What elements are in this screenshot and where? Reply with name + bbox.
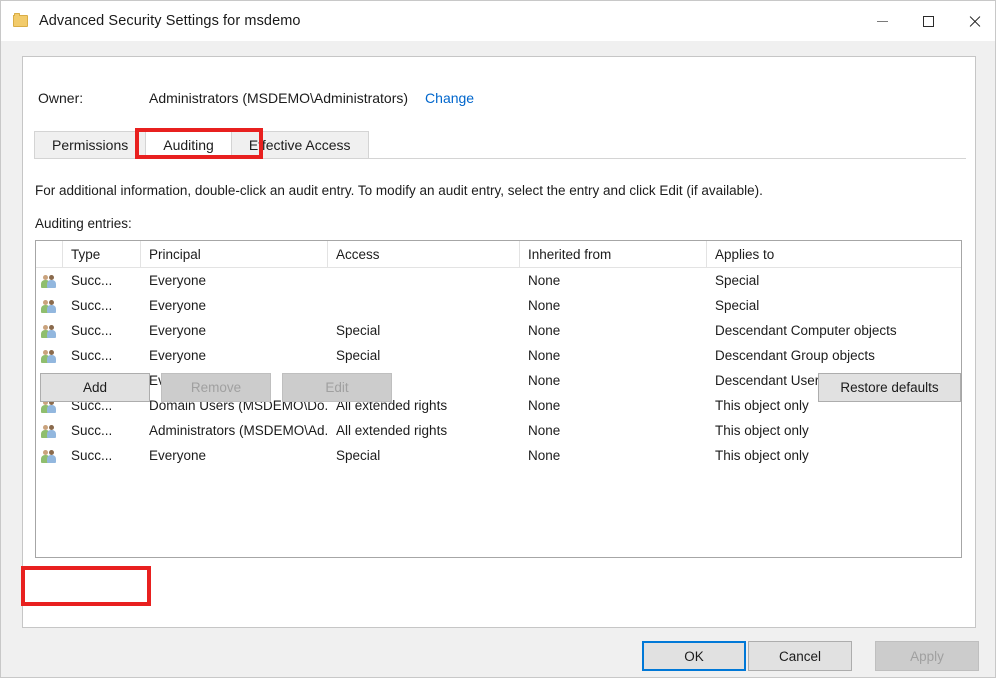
column-header-principal[interactable]: Principal	[141, 241, 328, 268]
cell-icon	[36, 443, 63, 468]
table-row[interactable]: Succ... Everyone None Special	[36, 268, 961, 293]
cell-inherited-from: None	[528, 373, 561, 388]
cell-access: Special	[336, 448, 381, 463]
maximize-icon	[922, 15, 934, 27]
change-owner-link[interactable]: Change	[425, 90, 474, 106]
dialog-footer: OK Cancel Apply	[1, 629, 995, 677]
cell-access	[328, 293, 520, 318]
cell-access	[328, 268, 520, 293]
cell-applies-to: Descendant Computer objects	[715, 323, 897, 338]
cell-icon	[36, 268, 63, 293]
cell-icon	[36, 293, 63, 318]
remove-button[interactable]: Remove	[161, 373, 271, 402]
list-body: Succ... Everyone None Special Succ... Everyon…	[36, 268, 961, 468]
group-users-icon	[41, 323, 58, 338]
apply-button[interactable]: Apply	[875, 641, 979, 671]
cell-principal: Everyone	[149, 298, 207, 313]
column-header-icon[interactable]	[36, 241, 63, 268]
close-button[interactable]	[951, 1, 995, 41]
cell-access: Special	[336, 348, 381, 363]
cell-principal: Everyone	[149, 448, 207, 463]
table-row[interactable]: Succ... Everyone Special None This object on…	[36, 443, 961, 468]
column-header-type[interactable]: Type	[63, 241, 141, 268]
tab-bar: Permissions Auditing Effective Access	[34, 130, 966, 159]
restore-defaults-button[interactable]: Restore defaults	[818, 373, 961, 402]
owner-row: Owner: Administrators (MSDEMO\Administra…	[38, 90, 474, 106]
tab-auditing[interactable]: Auditing	[145, 130, 232, 158]
add-button[interactable]: Add	[40, 373, 150, 402]
cell-applies-to: Descendant Group objects	[715, 348, 875, 363]
cell-principal: Administrators (MSDEMO\Ad...	[149, 423, 328, 438]
cell-type: Succ...	[71, 448, 113, 463]
maximize-button[interactable]	[905, 1, 951, 41]
cell-inherited-from: None	[528, 398, 561, 413]
minimize-button[interactable]	[859, 1, 905, 41]
cell-inherited-from: None	[528, 348, 561, 363]
cell-type: Succ...	[71, 348, 113, 363]
cell-applies-to: This object only	[715, 423, 809, 438]
cell-applies-to: Special	[715, 298, 760, 313]
cell-type: Succ...	[71, 298, 113, 313]
column-header-access[interactable]: Access	[328, 241, 520, 268]
cell-principal: Everyone	[149, 323, 207, 338]
cell-principal: Everyone	[149, 348, 207, 363]
tab-permissions[interactable]: Permissions	[34, 131, 147, 158]
window-title: Advanced Security Settings for msdemo	[39, 13, 301, 29]
table-row[interactable]: Succ... Everyone None Special	[36, 293, 961, 318]
dialog-content-panel: Owner: Administrators (MSDEMO\Administra…	[22, 56, 976, 628]
column-header-inherited-from[interactable]: Inherited from	[520, 241, 707, 268]
table-row[interactable]: Succ... Administrators (MSDEMO\Ad... All e…	[36, 418, 961, 443]
window-controls	[859, 1, 995, 41]
owner-value: Administrators (MSDEMO\Administrators)	[149, 90, 409, 106]
ok-button[interactable]: OK	[642, 641, 746, 671]
cancel-button[interactable]: Cancel	[748, 641, 852, 671]
cell-access: All extended rights	[336, 423, 448, 438]
list-header-row: Type Principal Access Inherited from App…	[36, 241, 961, 268]
tab-effective-access[interactable]: Effective Access	[230, 131, 369, 158]
group-users-icon	[41, 298, 58, 313]
group-users-icon	[41, 448, 58, 463]
minimize-icon	[876, 20, 888, 22]
cell-inherited-from: None	[528, 323, 561, 338]
auditing-entries-label: Auditing entries:	[35, 216, 132, 231]
cell-principal: Everyone	[149, 273, 207, 288]
cell-type: Succ...	[71, 423, 113, 438]
cell-icon	[36, 343, 63, 368]
cell-icon	[36, 418, 63, 443]
close-icon	[968, 15, 981, 28]
column-header-applies-to[interactable]: Applies to	[707, 241, 961, 268]
cell-applies-to: Special	[715, 273, 760, 288]
table-row[interactable]: Succ... Everyone Special None Descendant Com…	[36, 318, 961, 343]
folder-icon	[13, 13, 29, 28]
cell-inherited-from: None	[528, 423, 561, 438]
cell-access: Special	[336, 323, 381, 338]
owner-label: Owner:	[38, 90, 84, 106]
edit-button[interactable]: Edit	[282, 373, 392, 402]
cell-inherited-from: None	[528, 273, 561, 288]
cell-icon	[36, 318, 63, 343]
advanced-security-settings-dialog: Advanced Security Settings for msdemo Ow…	[0, 0, 996, 678]
cell-type: Succ...	[71, 273, 113, 288]
table-row[interactable]: Succ... Everyone Special None Descendant Gro…	[36, 343, 961, 368]
title-bar: Advanced Security Settings for msdemo	[1, 1, 995, 41]
group-users-icon	[41, 348, 58, 363]
cell-applies-to: This object only	[715, 448, 809, 463]
info-text: For additional information, double-click…	[35, 183, 763, 198]
group-users-icon	[41, 423, 58, 438]
cell-inherited-from: None	[528, 298, 561, 313]
group-users-icon	[41, 273, 58, 288]
cell-inherited-from: None	[528, 448, 561, 463]
cell-type: Succ...	[71, 323, 113, 338]
